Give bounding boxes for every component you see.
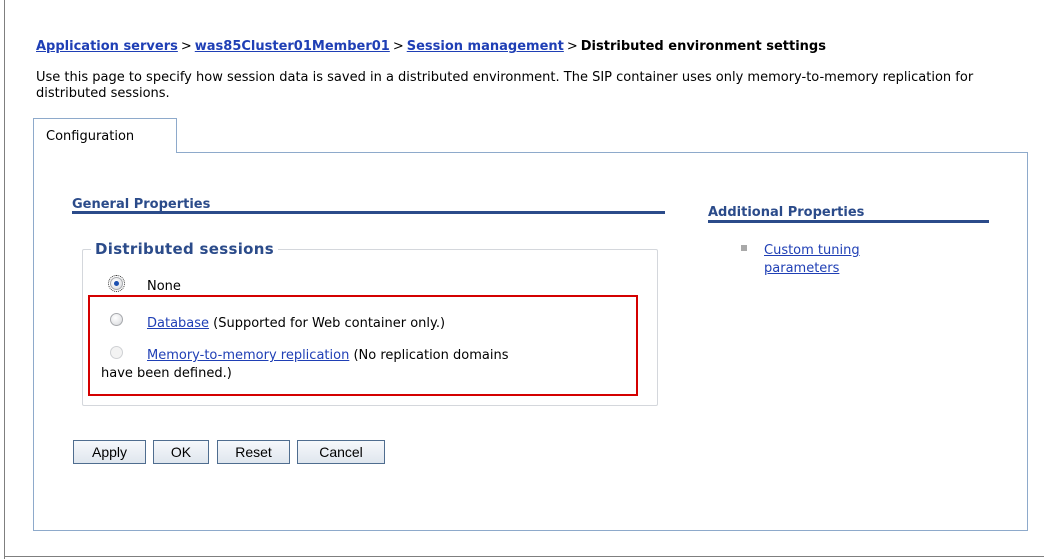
frame-bottom-border [4, 556, 1044, 557]
reset-button[interactable]: Reset [217, 440, 290, 464]
ok-button[interactable]: OK [153, 440, 209, 464]
breadcrumb-application-servers[interactable]: Application servers [36, 39, 178, 54]
highlight-box [88, 295, 638, 396]
cancel-button[interactable]: Cancel [297, 440, 385, 464]
breadcrumb: Application servers > was85Cluster01Member… [36, 39, 826, 54]
additional-properties-title: Additional Properties [708, 205, 865, 220]
frame-left-border [4, 0, 5, 559]
tab-configuration-label: Configuration [46, 129, 135, 144]
breadcrumb-separator: > [392, 39, 404, 54]
general-properties-rule [72, 211, 665, 214]
distributed-sessions-legend: Distributed sessions [95, 240, 274, 258]
breadcrumb-separator: > [566, 39, 578, 54]
option-none-label: None [147, 279, 181, 294]
custom-tuning-parameters-link[interactable]: Custom tuning [764, 243, 860, 258]
breadcrumb-server[interactable]: was85Cluster01Member01 [195, 39, 390, 54]
breadcrumb-current: Distributed environment settings [580, 39, 826, 54]
bullet-icon [741, 245, 747, 251]
page-description: Use this page to specify how session dat… [36, 70, 974, 101]
additional-properties-rule [708, 220, 989, 223]
custom-tuning-parameters-link-continued[interactable]: parameters [764, 261, 839, 276]
custom-tuning-line2: parameters [764, 261, 839, 276]
general-properties-title: General Properties [72, 197, 211, 212]
radio-none[interactable] [108, 275, 125, 292]
custom-tuning-line1: Custom tuning [764, 243, 860, 258]
breadcrumb-session-management[interactable]: Session management [407, 39, 564, 54]
apply-button[interactable]: Apply [73, 440, 146, 464]
breadcrumb-separator: > [180, 39, 192, 54]
tab-configuration[interactable]: Configuration [33, 118, 177, 153]
